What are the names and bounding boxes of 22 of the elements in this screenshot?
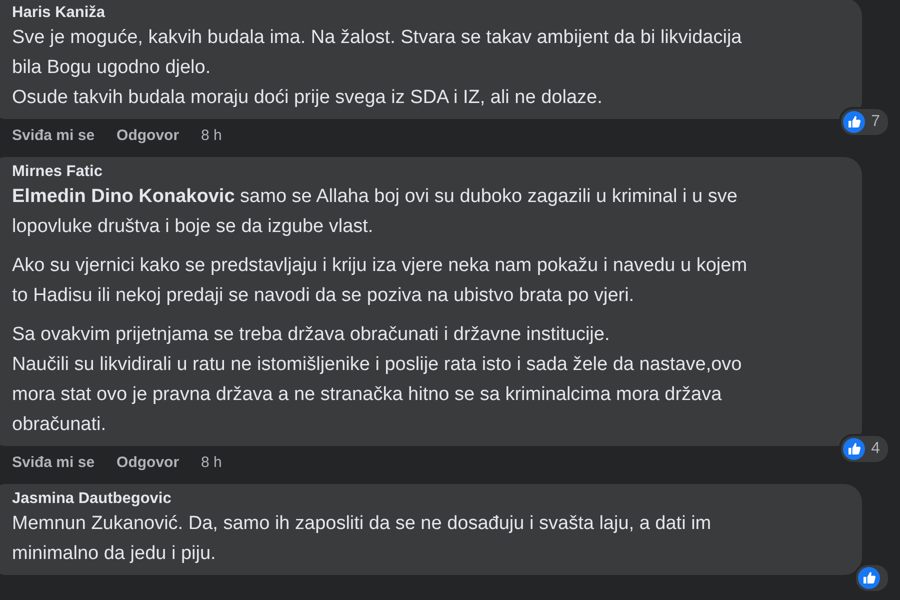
reaction-badge[interactable]: 7 xyxy=(839,107,890,137)
reaction-count: 4 xyxy=(871,440,880,458)
comment-text: Sve je moguće, kakvih budala ima. Na žalost. Stvara se takav ambijent da bi likvidacija bila Bogu ugodno djelo. Osude takvih budala moraju doći prije svega iz SDA i IZ, ali ne dolaze. xyxy=(12,26,743,110)
comment-time[interactable]: 8 h xyxy=(201,454,222,470)
comment-author[interactable]: Haris Kaniža xyxy=(12,4,850,22)
comment-text: Elmedin Dino Konakovic samo se Allaha boj ovi su duboko zagazili u kriminal i u sve lopovluke društva i boje se da izgube vlast. xyxy=(12,185,738,239)
comment-text: Sa ovakvim prijetnjama se treba država obračunati i državne institucije. Naučili su likvidirali u ratu ne istomišljenike i poslije rata isto i sada žele da nastave,ovo mora stat ovo je pravna država a ne stranačka hitno se sa kriminalcima mora država obračunati. xyxy=(12,323,743,437)
comment-action-link[interactable]: Sviđa mi se xyxy=(12,454,95,470)
comment-text: Memnun Zukanović. Da, samo ih zaposliti da se ne dosađuju i svašta laju, a dati im minimalno da jedu i piju. xyxy=(12,512,712,566)
comment-author[interactable]: Mirnes Fatic xyxy=(12,163,850,181)
thumbs-up-icon xyxy=(858,567,880,589)
comment-author[interactable]: Jasmina Dautbegovic xyxy=(12,490,850,508)
comment-action-link[interactable]: Odgovor xyxy=(116,454,180,470)
thumbs-up-icon xyxy=(843,111,866,133)
comment-action-link[interactable]: Sviđa mi se xyxy=(12,126,95,144)
reaction-badge[interactable]: 4 xyxy=(839,434,890,464)
reaction-count: 7 xyxy=(871,113,880,131)
comment-time[interactable]: 8 h xyxy=(201,126,222,144)
thumbs-up-icon xyxy=(843,438,866,460)
comment-text: Ako su vjernici kako se predstavljaju i kriju iza vjere neka nam pokažu i navedu u kojem to Hadisu ili nekoj predaji se navodi da se poziva na ubistvo brata po vjeri. xyxy=(12,254,748,308)
reaction-badge[interactable] xyxy=(854,563,890,593)
comment-action-link[interactable]: Odgovor xyxy=(116,126,180,144)
